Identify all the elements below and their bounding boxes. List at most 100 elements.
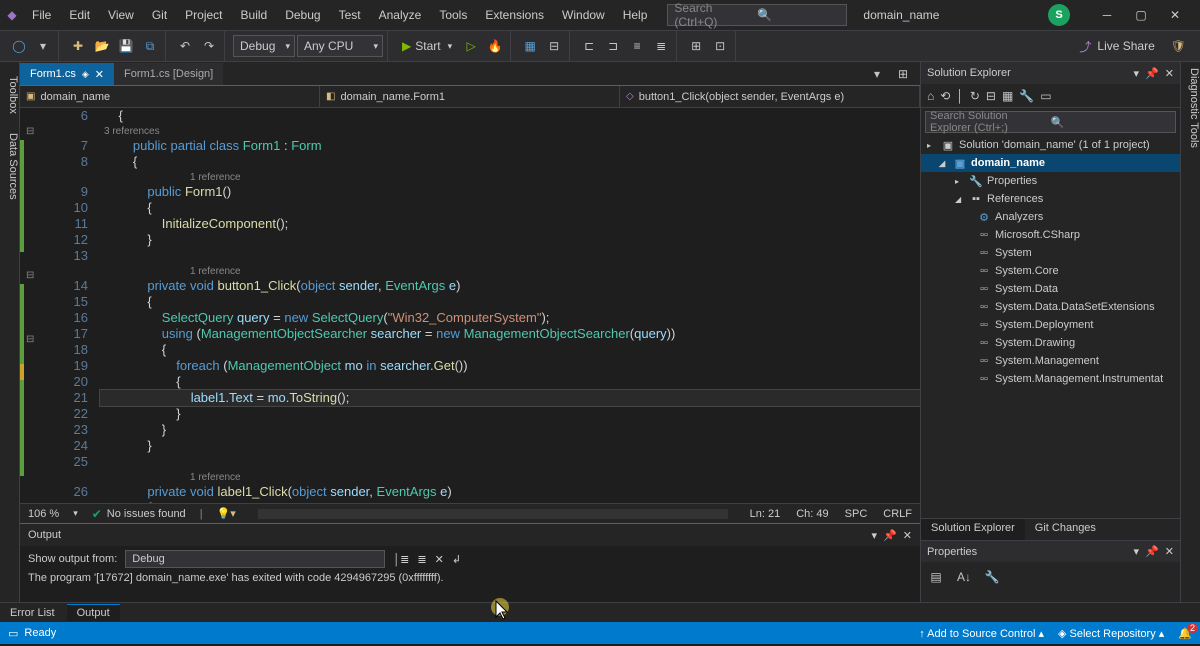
menu-view[interactable]: View xyxy=(100,2,142,28)
menu-git[interactable]: Git xyxy=(144,2,175,28)
open-icon[interactable]: 📂 xyxy=(91,35,113,57)
menu-tools[interactable]: Tools xyxy=(431,2,475,28)
sidetab-git-changes[interactable]: Git Changes xyxy=(1025,519,1106,540)
tool-icon-1[interactable]: ▦ xyxy=(519,35,541,57)
tree-project[interactable]: ◢▣domain_name xyxy=(921,154,1180,172)
liveshare-label[interactable]: Live Share xyxy=(1097,39,1154,53)
fold-icon[interactable]: ⊟ xyxy=(26,270,34,281)
select-repo-button[interactable]: ◈ Select Repository ▴ xyxy=(1058,627,1164,640)
tree-references[interactable]: ◢▪▪References xyxy=(921,190,1180,208)
undo-icon[interactable]: ↶ xyxy=(174,35,196,57)
sidetab-solution-explorer[interactable]: Solution Explorer xyxy=(921,519,1025,540)
lightbulb-icon[interactable]: 💡▾ xyxy=(217,507,236,520)
tree-ref-item[interactable]: ▫▫System.Core xyxy=(921,262,1180,280)
pin-icon[interactable]: ◈ xyxy=(82,69,89,80)
se-prop-icon[interactable]: 🔧 xyxy=(1019,89,1034,103)
menu-test[interactable]: Test xyxy=(331,2,369,28)
no-issues-indicator[interactable]: ✔No issues found xyxy=(92,507,186,521)
align-icon-1[interactable]: ⊏ xyxy=(578,35,600,57)
paneltab-output[interactable]: Output xyxy=(67,604,120,621)
se-collapse-icon[interactable]: ⊟ xyxy=(986,89,996,103)
save-all-icon[interactable]: ⧉ xyxy=(139,35,161,57)
se-close-icon[interactable]: ✕ xyxy=(1165,67,1174,80)
tab-form1-design[interactable]: Form1.cs [Design] xyxy=(114,63,223,85)
fold-icon[interactable]: ⊟ xyxy=(26,126,34,137)
admin-icon[interactable]: 🛡 xyxy=(1171,39,1186,53)
se-preview-icon[interactable]: ▭ xyxy=(1040,89,1051,103)
user-avatar[interactable]: S xyxy=(1048,4,1070,26)
menu-file[interactable]: File xyxy=(24,2,59,28)
menu-window[interactable]: Window xyxy=(554,2,613,28)
se-showall-icon[interactable]: ▦ xyxy=(1002,89,1013,103)
output-tool-icon2[interactable]: ≣ xyxy=(417,553,426,566)
tree-ref-item[interactable]: ▫▫System.Management.Instrumentat xyxy=(921,370,1180,388)
tree-ref-item[interactable]: ▫▫System.Data xyxy=(921,280,1180,298)
tab-form1-cs[interactable]: Form1.cs ◈ ✕ xyxy=(20,63,114,85)
output-wrap-icon[interactable]: ↲ xyxy=(452,553,461,566)
start-button[interactable]: ▶Start▾ xyxy=(396,35,458,57)
output-source-dropdown[interactable]: Debug xyxy=(125,550,385,568)
line-indicator[interactable]: Ln: 21 xyxy=(750,508,781,520)
prop-pin-icon[interactable]: 📌 xyxy=(1145,545,1159,558)
tree-ref-item[interactable]: ▫▫System.Drawing xyxy=(921,334,1180,352)
layout-icon-2[interactable]: ⊡ xyxy=(709,35,731,57)
nav-scope[interactable]: ▣domain_name xyxy=(20,86,320,107)
paneltab-errorlist[interactable]: Error List xyxy=(0,605,65,621)
indent-indicator[interactable]: SPC xyxy=(845,508,868,520)
output-tool-icon[interactable]: │≣ xyxy=(393,553,409,566)
tree-properties[interactable]: ▸🔧Properties xyxy=(921,172,1180,190)
se-home-icon[interactable]: ⌂ xyxy=(927,89,934,103)
tree-ref-item[interactable]: ⚙Analyzers xyxy=(921,208,1180,226)
align-icon-2[interactable]: ⊐ xyxy=(602,35,624,57)
prop-wrench-icon[interactable]: 🔧 xyxy=(981,566,1003,588)
se-refresh-icon[interactable]: ↻ xyxy=(970,89,980,103)
align-icon-4[interactable]: ≣ xyxy=(650,35,672,57)
se-sync-icon[interactable]: ⟲ xyxy=(940,89,950,103)
menu-build[interactable]: Build xyxy=(233,2,276,28)
save-icon[interactable]: 💾 xyxy=(115,35,137,57)
prop-cat-icon[interactable]: ▤ xyxy=(925,566,947,588)
tree-ref-item[interactable]: ▫▫Microsoft.CSharp xyxy=(921,226,1180,244)
align-icon-3[interactable]: ≡ xyxy=(626,35,648,57)
close-tab-icon[interactable]: ✕ xyxy=(95,68,104,81)
se-dropdown-icon[interactable]: ▾ xyxy=(1134,67,1140,80)
nav-back-icon[interactable]: ◯ xyxy=(8,35,30,57)
editor-hscroll[interactable] xyxy=(258,509,728,519)
new-item-icon[interactable]: ✚ xyxy=(67,35,89,57)
notifications-button[interactable]: 🔔2 xyxy=(1178,627,1192,640)
platform-dropdown[interactable]: Any CPU xyxy=(297,35,383,57)
tree-ref-item[interactable]: ▫▫System.Deployment xyxy=(921,316,1180,334)
solution-search[interactable]: Search Solution Explorer (Ctrl+;) 🔍 xyxy=(925,111,1176,133)
zoom-level[interactable]: 106 % xyxy=(28,508,59,520)
tree-ref-item[interactable]: ▫▫System.Management xyxy=(921,352,1180,370)
menu-analyze[interactable]: Analyze xyxy=(371,2,430,28)
config-dropdown[interactable]: Debug xyxy=(233,35,295,57)
col-indicator[interactable]: Ch: 49 xyxy=(796,508,828,520)
window-close[interactable]: ✕ xyxy=(1158,0,1192,30)
code-editor[interactable]: ⊟ ⊟ ⊟ 6 7 8 9 10 11 12 13 14 15 16 17 1 xyxy=(20,108,920,503)
prop-alpha-icon[interactable]: A↓ xyxy=(953,566,975,588)
hot-reload-icon[interactable]: 🔥 xyxy=(484,35,506,57)
source-control-button[interactable]: ↑ Add to Source Control ▴ xyxy=(919,627,1044,640)
menu-project[interactable]: Project xyxy=(177,2,230,28)
layout-icon-1[interactable]: ⊞ xyxy=(685,35,707,57)
nav-member[interactable]: ◇button1_Click(object sender, EventArgs … xyxy=(620,86,920,107)
diagnostics-tab[interactable]: Diagnostic Tools xyxy=(1188,68,1200,148)
fold-icon[interactable]: ⊟ xyxy=(26,334,34,345)
eol-indicator[interactable]: CRLF xyxy=(883,508,912,520)
window-maximize[interactable]: ▢ xyxy=(1124,0,1158,30)
tree-ref-item[interactable]: ▫▫System xyxy=(921,244,1180,262)
tool-icon-2[interactable]: ⊟ xyxy=(543,35,565,57)
redo-icon[interactable]: ↷ xyxy=(198,35,220,57)
nav-class[interactable]: ◧domain_name.Form1 xyxy=(320,86,620,107)
datasources-tab[interactable]: Data Sources xyxy=(5,131,21,202)
panel-close-icon[interactable]: ✕ xyxy=(903,529,912,542)
tree-ref-item[interactable]: ▫▫System.Data.DataSetExtensions xyxy=(921,298,1180,316)
output-clear-icon[interactable]: ✕ xyxy=(435,553,444,566)
prop-dropdown-icon[interactable]: ▾ xyxy=(1134,545,1140,558)
se-pin-icon[interactable]: 📌 xyxy=(1145,67,1159,80)
nav-fwd-icon[interactable]: ▾ xyxy=(32,35,54,57)
menu-debug[interactable]: Debug xyxy=(277,2,328,28)
panel-pin-icon[interactable]: 📌 xyxy=(883,529,897,542)
global-search[interactable]: Search (Ctrl+Q) 🔍 xyxy=(667,4,847,26)
